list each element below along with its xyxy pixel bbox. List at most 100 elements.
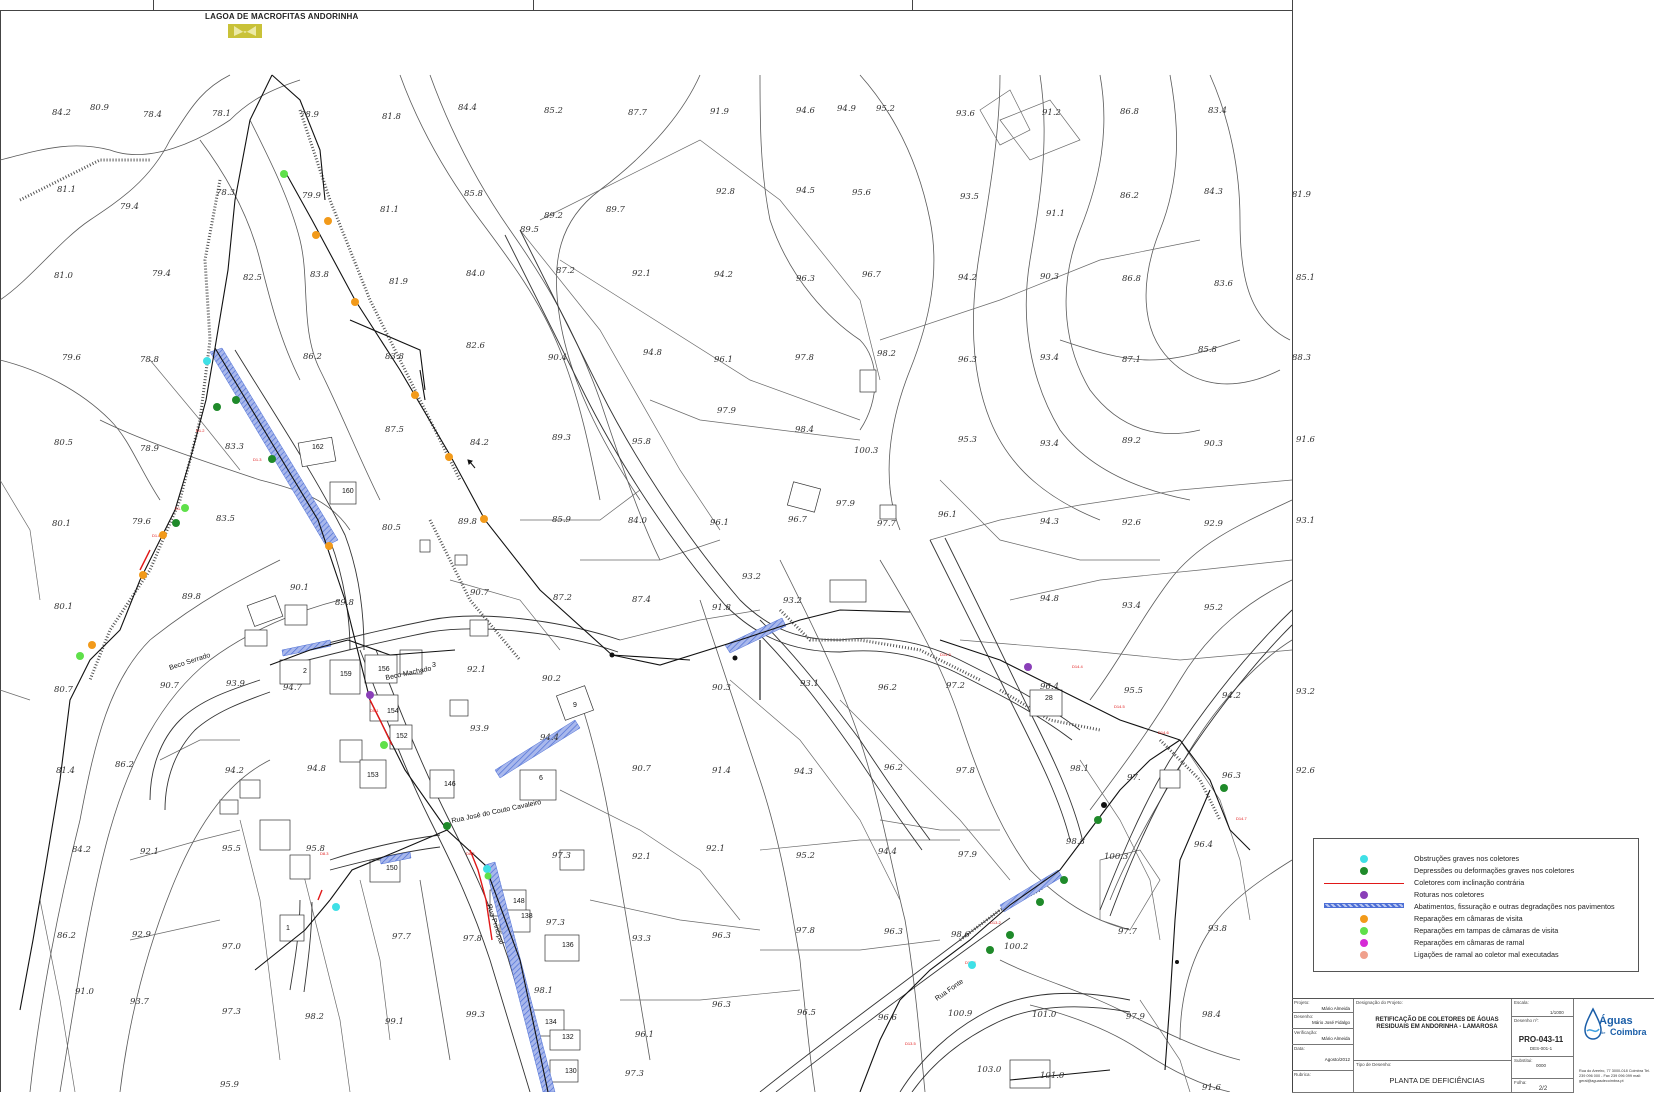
building-number: 134 <box>545 1019 557 1026</box>
spot-height: 95.3 <box>958 435 977 445</box>
spot-height: 91.0 <box>75 987 95 997</box>
legend-label: Depressões ou deformações graves nos col… <box>1414 866 1575 875</box>
tb-drawing-cell: Desenho: Mário José Fidalgo <box>1292 1013 1354 1029</box>
spot-height: 97.8 <box>463 934 483 944</box>
legend-item: Obstruções graves nos coletores <box>1314 853 1638 865</box>
svg-text:D1.2: D1.2 <box>196 428 205 433</box>
spot-height: 98.4 <box>795 425 814 435</box>
spot-height: 87.5 <box>385 425 404 435</box>
spot-height: 96.1 <box>635 1030 654 1040</box>
spot-height: 92.6 <box>1122 518 1142 528</box>
spot-height: 96.1 <box>710 518 729 528</box>
building-number: 1 <box>286 925 290 932</box>
spot-height: 87.4 <box>632 595 651 605</box>
legend: Obstruções graves nos coletores Depressõe… <box>1313 838 1639 972</box>
legend-label: Coletores com inclinação contrária <box>1414 878 1525 887</box>
spot-height: 81.0 <box>54 271 74 281</box>
spot-height: 91.6 <box>1202 1083 1222 1092</box>
tb-project-cell: Projeto: Mário Almeida <box>1292 999 1354 1013</box>
spot-height: 96.3 <box>1222 771 1241 781</box>
spot-height: 78.1 <box>212 109 231 119</box>
spot-height: 81.9 <box>389 277 409 287</box>
legend-item: Coletores com inclinação contrária <box>1314 877 1638 889</box>
spot-height: 97.8 <box>795 353 815 363</box>
spot-height: 97.7 <box>877 519 897 529</box>
spot-height: 85.8 <box>1198 345 1218 355</box>
spot-height: 84.2 <box>72 845 91 855</box>
spot-height: 99.1 <box>385 1017 404 1027</box>
spot-height: 94.8 <box>643 348 663 358</box>
spot-height: 80.1 <box>52 519 71 529</box>
building-number: 154 <box>387 708 399 715</box>
tb-date-label: Data: <box>1294 1046 1305 1051</box>
spot-height: 97.9 <box>1126 1012 1146 1022</box>
spot-height: 95.9 <box>220 1080 240 1090</box>
legend-dot-icon <box>1324 939 1404 947</box>
spot-height: 79.4 <box>120 202 139 212</box>
spot-height: 92.1 <box>632 852 651 862</box>
spot-height: 80.9 <box>90 103 110 113</box>
svg-text:D5.1: D5.1 <box>370 708 379 713</box>
spot-height: 78.8 <box>140 355 160 365</box>
street-name: Beco Serrado <box>168 652 211 672</box>
tb-date-value: Agosto/2012 <box>1324 1057 1350 1062</box>
spot-height: 96.3 <box>958 355 977 365</box>
tb-revision-cell: Rubrica: <box>1292 1071 1354 1093</box>
spot-height: 78.9 <box>300 110 320 120</box>
building-number: 156 <box>378 666 390 673</box>
spot-height: 89.7 <box>606 205 626 215</box>
spot-height: 95.8 <box>306 844 326 854</box>
spot-height: 90.7 <box>632 764 652 774</box>
svg-text:D14.6: D14.6 <box>1158 730 1169 735</box>
tb-scale-cell: Escala: <box>1512 999 1574 1017</box>
building-numbers: 1621601591561541531521461501481381361341… <box>286 444 1053 1075</box>
spot-height: 96.4 <box>1194 840 1213 850</box>
legend-item: Reparações em câmaras de ramal <box>1314 937 1638 949</box>
legend-dot-icon <box>1324 915 1404 923</box>
spot-height: 85.9 <box>552 515 572 525</box>
building-number: 9 <box>573 702 577 709</box>
spot-height: 96.1 <box>714 355 733 365</box>
spot-height: 97.3 <box>222 1007 241 1017</box>
spot-height: 99.3 <box>466 1010 485 1020</box>
spot-height: 95.2 <box>1204 603 1223 613</box>
spot-height: 78.9 <box>140 444 160 454</box>
spot-height: 96.2 <box>878 683 897 693</box>
legend-label: Reparações em câmaras de ramal <box>1414 938 1525 947</box>
spot-height: 95.2 <box>796 851 815 861</box>
building-number: 138 <box>521 913 533 920</box>
legend-dot-icon <box>1324 855 1404 863</box>
spot-height: 94.4 <box>878 847 897 857</box>
spot-height: 94.8 <box>307 764 327 774</box>
spot-height: 90.1 <box>290 583 309 593</box>
spot-height: 83.5 <box>216 514 235 524</box>
svg-text:D13.2: D13.2 <box>990 920 1001 925</box>
tb-sheet-label: Folha: <box>1514 1080 1527 1085</box>
spot-height: 84.3 <box>1204 187 1223 197</box>
legend-item: Depressões ou deformações graves nos col… <box>1314 865 1638 877</box>
frame-lines <box>0 0 1293 1092</box>
spot-height: 98.6 <box>951 930 971 940</box>
spot-height: 95.8 <box>632 437 652 447</box>
spot-height: 89.8 <box>335 598 355 608</box>
spot-height: 87.2 <box>553 593 572 603</box>
spot-height: 82.6 <box>466 341 486 351</box>
tb-replaces-value: 0000 <box>1535 1063 1546 1068</box>
spot-height: 90.7 <box>470 588 490 598</box>
legend-label: Reparações em tampas de câmaras de visit… <box>1414 926 1559 935</box>
spot-height: 92.1 <box>467 665 486 675</box>
legend-dot <box>1360 927 1368 935</box>
spot-height: 94.2 <box>1222 691 1241 701</box>
tb-scale-label: Escala: <box>1514 1000 1529 1005</box>
spot-height: 97.3 <box>552 851 571 861</box>
spot-height: 96.4 <box>1040 682 1059 692</box>
legend-label: Roturas nos coletores <box>1414 890 1484 899</box>
spot-height: 95.5 <box>222 844 241 854</box>
spot-height: 98.8 <box>1066 837 1086 847</box>
spot-height: 80.5 <box>54 438 73 448</box>
spot-height: 83.6 <box>1214 279 1234 289</box>
spot-height: 96.7 <box>862 270 882 280</box>
manholes[interactable] <box>76 170 1228 969</box>
legend-hatch-icon <box>1324 903 1404 908</box>
tb-replaces-cell: Substitui: <box>1512 1057 1574 1079</box>
